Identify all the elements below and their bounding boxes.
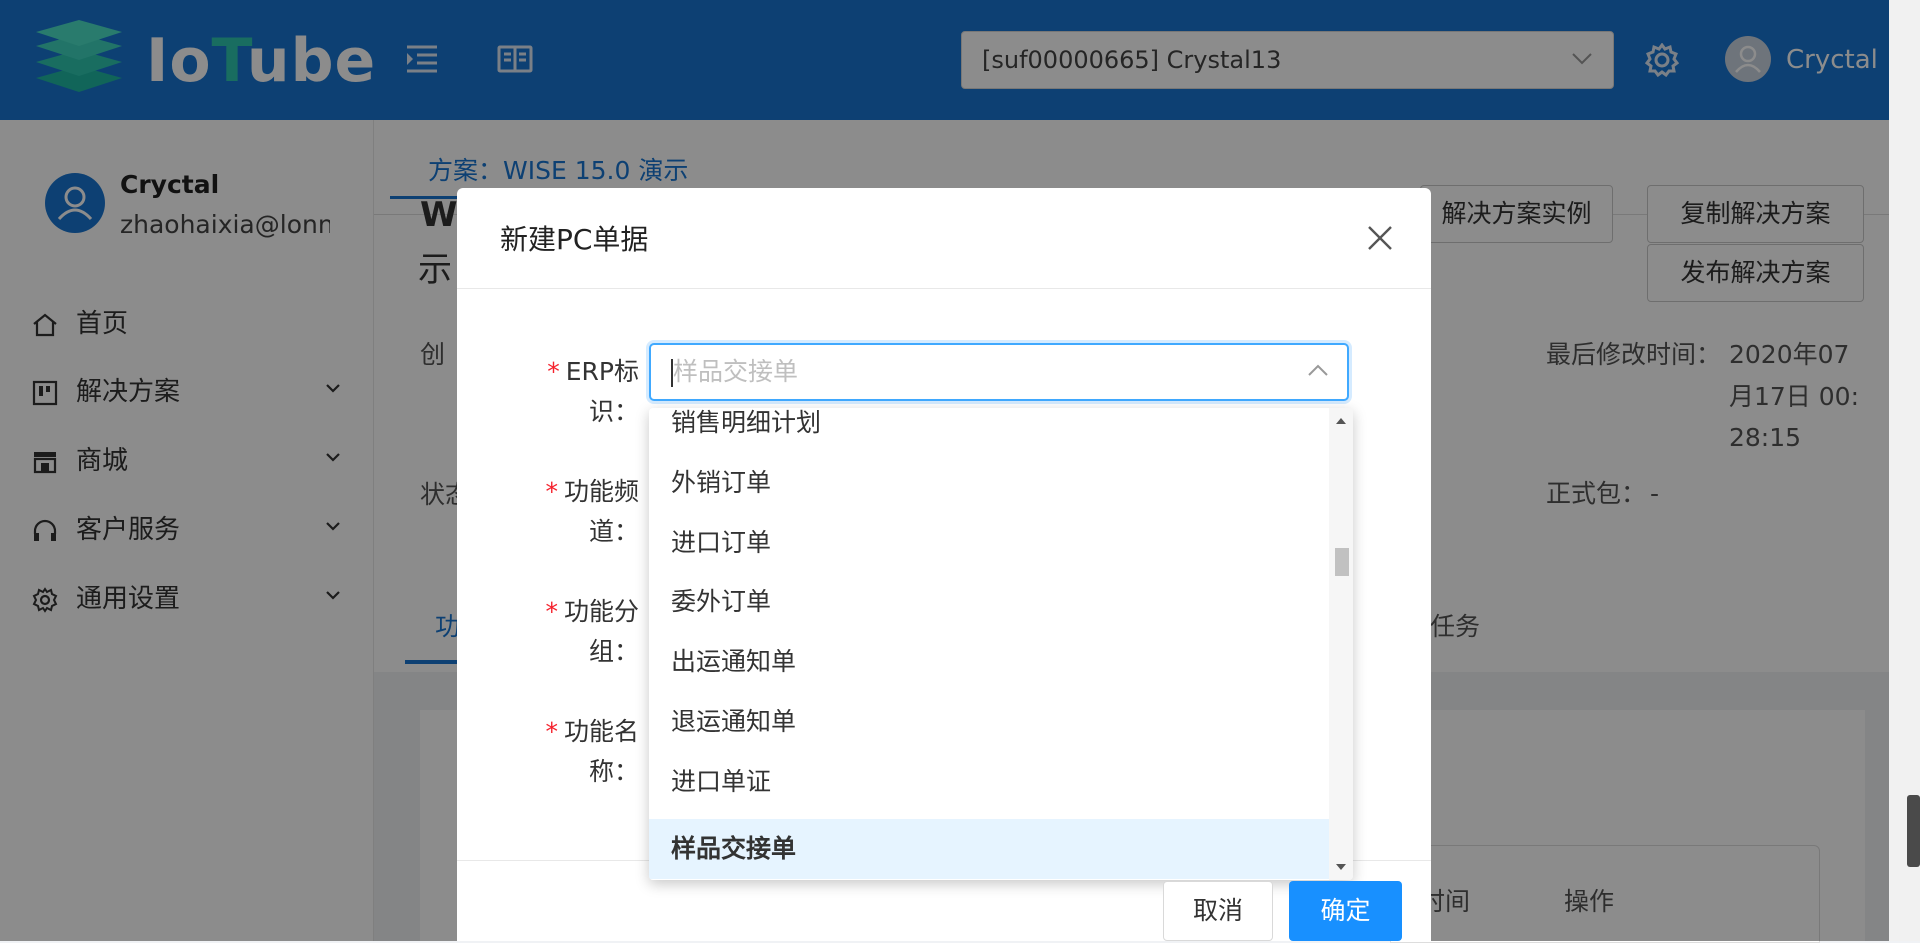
dropdown-scrollbar-thumb[interactable] — [1335, 548, 1349, 576]
ok-button[interactable]: 确定 — [1289, 881, 1402, 941]
scroll-down-arrow-icon[interactable] — [1336, 864, 1346, 870]
dropdown-option[interactable]: 进口单证 — [649, 752, 1329, 812]
channel-label-text: 功能频道： — [563, 477, 639, 546]
group-label-text: 功能分组： — [563, 597, 639, 666]
channel-label: * 功能频道： — [497, 472, 639, 552]
erp-select[interactable]: 样品交接单 — [649, 343, 1349, 401]
group-label: * 功能分组： — [497, 592, 639, 672]
name-label: * 功能名称： — [497, 712, 639, 792]
erp-label-text: ERP标识： — [565, 357, 639, 426]
modal-title: 新建PC单据 — [500, 223, 649, 256]
dropdown-option-selected[interactable]: 样品交接单 — [649, 819, 1329, 879]
scroll-up-arrow-icon[interactable] — [1336, 418, 1346, 424]
name-label-text: 功能名称： — [563, 717, 639, 786]
dropdown-option[interactable]: 退运通知单 — [649, 692, 1329, 752]
required-mark: * — [545, 477, 558, 506]
erp-select-placeholder: 样品交接单 — [673, 357, 799, 386]
dropdown-option[interactable]: 外销订单 — [649, 453, 1329, 513]
cancel-button[interactable]: 取消 — [1163, 881, 1273, 941]
dropdown-option[interactable]: 销售明细计划 — [649, 408, 1329, 453]
required-mark: * — [545, 717, 558, 746]
erp-dropdown-list: 销售明细计划 外销订单 进口订单 委外订单 出运通知单 退运通知单 进口单证 样… — [649, 408, 1353, 880]
erp-label: * ERP标识： — [504, 352, 639, 432]
chevron-up-icon — [1308, 364, 1328, 376]
dropdown-scrollbar[interactable] — [1329, 408, 1353, 880]
required-mark: * — [547, 357, 560, 386]
dropdown-option[interactable]: 进口订单 — [649, 513, 1329, 573]
close-icon[interactable] — [1364, 222, 1396, 254]
dropdown-option[interactable]: 委外订单 — [649, 572, 1329, 632]
modal-header-divider — [457, 288, 1431, 289]
required-mark: * — [545, 597, 558, 626]
page-scrollbar-thumb[interactable] — [1907, 795, 1920, 867]
ok-button-label: 确定 — [1320, 896, 1371, 925]
dropdown-option[interactable]: 出运通知单 — [649, 632, 1329, 692]
cancel-button-label: 取消 — [1192, 896, 1243, 925]
